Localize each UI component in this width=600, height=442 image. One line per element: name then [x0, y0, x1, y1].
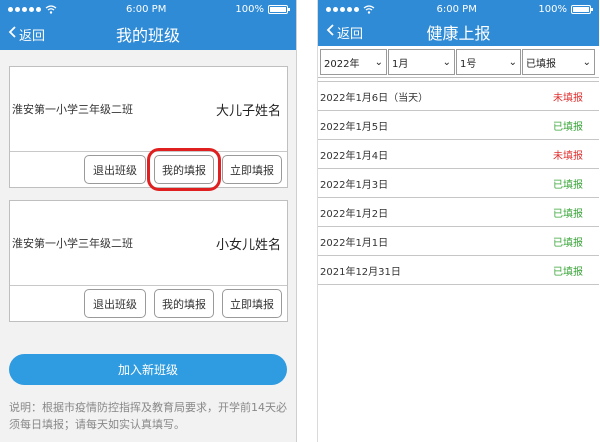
chevron-down-icon: ⌄	[582, 56, 591, 68]
report-row[interactable]: 2021年12月31日 已填报	[318, 256, 599, 285]
wifi-icon	[363, 4, 375, 14]
status-bar: 6:00 PM 100%	[318, 0, 599, 18]
battery-percent: 100%	[235, 3, 264, 15]
report-date: 2022年1月6日（当天）	[320, 92, 429, 104]
chevron-down-icon: ⌄	[374, 56, 383, 68]
report-row[interactable]: 2022年1月5日 已填报	[318, 111, 599, 140]
report-row[interactable]: 2022年1月4日 未填报	[318, 140, 599, 169]
chevron-down-icon: ⌄	[442, 56, 451, 68]
year-select[interactable]: 2022年 ⌄	[320, 49, 387, 75]
instruction-note: 说明：根据市疫情防控指挥及教育局要求，开学前14天必须每日填报；请每天如实认真填…	[9, 401, 287, 431]
date-filters: 2022年 ⌄ 1月 ⌄ 1号 ⌄ 已填报 ⌄	[318, 46, 599, 78]
my-class-screen: 6:00 PM 100% 返回 我的班级 淮安第一小学三年级二班 大儿子姓名 退…	[0, 0, 297, 442]
report-date: 2022年1月4日	[320, 150, 389, 162]
exit-class-button[interactable]: 退出班级	[84, 289, 146, 318]
status-select-value: 已填报	[526, 58, 556, 70]
class-card: 淮安第一小学三年级二班 大儿子姓名 退出班级 我的填报 立即填报	[9, 66, 288, 191]
status-time: 6:00 PM	[436, 3, 477, 15]
health-report-screen: 6:00 PM 100% 返回 健康上报 2022年 ⌄ 1月 ⌄ 1号 ⌄ 已…	[317, 0, 599, 442]
nav-bar: 返回 我的班级	[0, 18, 296, 50]
status-bar: 6:00 PM 100%	[0, 0, 296, 18]
report-date: 2022年1月3日	[320, 179, 389, 191]
back-button[interactable]: 返回	[318, 23, 363, 42]
exit-class-button[interactable]: 退出班级	[84, 155, 146, 184]
class-card: 淮安第一小学三年级二班 小女儿姓名 退出班级 我的填报 立即填报	[9, 200, 288, 322]
child-name: 小女儿姓名	[215, 237, 281, 253]
report-date: 2021年12月31日	[320, 266, 401, 278]
report-status: 未填报	[553, 150, 583, 162]
report-row[interactable]: 2022年1月6日（当天） 未填报	[318, 82, 599, 111]
report-now-button[interactable]: 立即填报	[222, 155, 282, 184]
join-class-button[interactable]: 加入新班级	[9, 354, 287, 385]
class-name: 淮安第一小学三年级二班	[12, 237, 133, 250]
report-status: 已填报	[553, 121, 583, 133]
status-select[interactable]: 已填报 ⌄	[522, 49, 595, 75]
class-name: 淮安第一小学三年级二班	[12, 103, 133, 116]
back-label: 返回	[337, 26, 364, 42]
report-list: 2022年1月6日（当天） 未填报 2022年1月5日 已填报 2022年1月4日 未填报…	[318, 81, 599, 285]
report-date: 2022年1月1日	[320, 237, 389, 249]
screenshot-composite: 6:00 PM 100% 返回 我的班级 淮安第一小学三年级二班 大儿子姓名 退…	[0, 0, 600, 442]
report-date: 2022年1月5日	[320, 121, 389, 133]
signal-dots-icon	[326, 6, 359, 12]
report-row[interactable]: 2022年1月3日 已填报	[318, 169, 599, 198]
battery-icon	[570, 4, 593, 14]
my-report-button[interactable]: 我的填报	[147, 148, 221, 191]
signal-dots-icon	[8, 6, 41, 12]
chevron-down-icon: ⌄	[508, 56, 517, 68]
report-row[interactable]: 2022年1月2日 已填报	[318, 198, 599, 227]
day-select-value: 1号	[460, 58, 477, 70]
month-select-value: 1月	[392, 58, 409, 70]
report-now-button[interactable]: 立即填报	[222, 289, 282, 318]
top-bar: 6:00 PM 100% 返回 我的班级	[0, 0, 296, 50]
chevron-left-icon	[8, 26, 16, 42]
wifi-icon	[45, 4, 57, 14]
report-status: 已填报	[553, 266, 583, 278]
nav-bar: 返回 健康上报	[318, 18, 599, 46]
month-select[interactable]: 1月 ⌄	[388, 49, 455, 75]
back-button[interactable]: 返回	[0, 25, 45, 44]
year-select-value: 2022年	[324, 58, 360, 70]
report-date: 2022年1月2日	[320, 208, 389, 220]
battery-icon	[267, 4, 290, 14]
status-time: 6:00 PM	[126, 3, 167, 15]
day-select[interactable]: 1号 ⌄	[456, 49, 521, 75]
report-status: 已填报	[553, 237, 583, 249]
chevron-left-icon	[326, 24, 334, 40]
report-status: 未填报	[553, 92, 583, 104]
report-status: 已填报	[553, 179, 583, 191]
back-label: 返回	[19, 28, 46, 44]
report-row[interactable]: 2022年1月1日 已填报	[318, 227, 599, 256]
battery-percent: 100%	[538, 3, 567, 15]
top-bar: 6:00 PM 100% 返回 健康上报	[318, 0, 599, 46]
child-name: 大儿子姓名	[215, 103, 281, 119]
report-status: 已填报	[553, 208, 583, 220]
my-report-button[interactable]: 我的填报	[154, 289, 214, 318]
